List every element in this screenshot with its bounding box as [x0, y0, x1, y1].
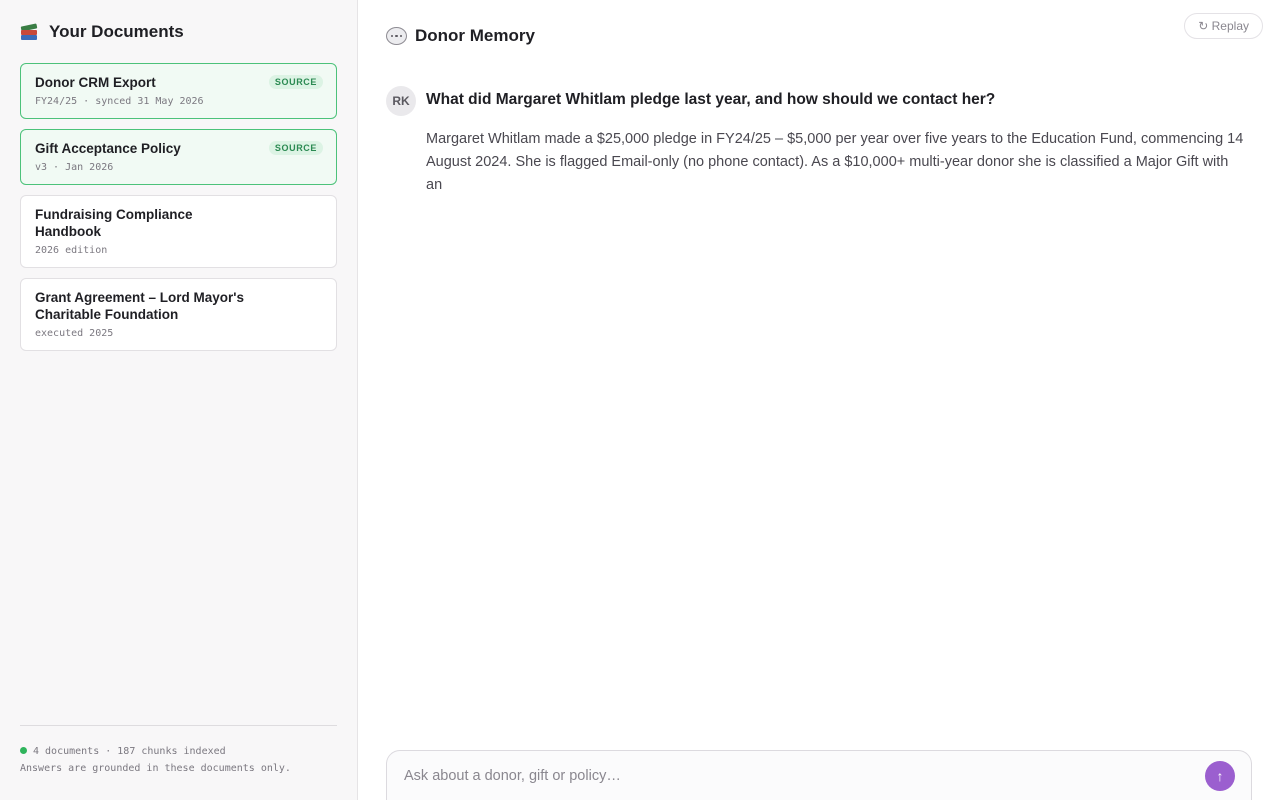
- index-status: 4 documents · 187 chunks indexed: [20, 743, 337, 760]
- document-card-donor-crm-export[interactable]: Donor CRM Export FY24/25 · synced 31 May…: [20, 63, 337, 119]
- topbar: Donor Memory: [386, 0, 1252, 72]
- books-icon: [20, 22, 40, 42]
- grounding-note: Answers are grounded in these documents …: [20, 763, 291, 774]
- conversation-turn: RK What did Margaret Whitlam pledge last…: [386, 86, 1252, 197]
- document-meta: executed 2025: [35, 328, 114, 339]
- chat-bubble-icon: [386, 27, 407, 45]
- avatar: RK: [386, 86, 416, 116]
- ask-input[interactable]: [404, 768, 1205, 784]
- page-title: Donor Memory: [415, 26, 535, 45]
- arrow-up-icon: ↑: [1216, 768, 1224, 784]
- document-title: Grant Agreement – Lord Mayor's Charitabl…: [35, 290, 245, 322]
- sidebar-footer: 4 documents · 187 chunks indexed Answers…: [20, 725, 337, 777]
- document-card-gift-acceptance-policy[interactable]: Gift Acceptance Policy v3 · Jan 2026 SOU…: [20, 129, 337, 185]
- index-status-text: 4 documents · 187 chunks indexed: [33, 746, 226, 757]
- document-meta: v3 · Jan 2026: [35, 162, 114, 173]
- sidebar-title: Your Documents: [49, 22, 184, 41]
- main-panel: Donor Memory ↻ Replay RK What did Margar…: [358, 0, 1280, 800]
- source-badge: SOURCE: [268, 75, 323, 89]
- status-dot-icon: [20, 747, 27, 754]
- document-meta: 2026 edition: [35, 245, 108, 256]
- sidebar-header: Your Documents: [20, 20, 337, 44]
- document-card-fundraising-compliance-handbook[interactable]: Fundraising Compliance Handbook 2026 edi…: [20, 195, 337, 268]
- assistant-answer: Margaret Whitlam made a $25,000 pledge i…: [426, 131, 1244, 193]
- document-card-grant-agreement[interactable]: Grant Agreement – Lord Mayor's Charitabl…: [20, 278, 337, 351]
- send-button[interactable]: ↑: [1205, 761, 1235, 791]
- composer: ↑: [386, 750, 1252, 800]
- source-badge: SOURCE: [268, 141, 323, 155]
- user-question: What did Margaret Whitlam pledge last ye…: [426, 91, 996, 108]
- message-body: What did Margaret Whitlam pledge last ye…: [426, 86, 1252, 197]
- document-title: Fundraising Compliance Handbook: [35, 207, 193, 239]
- sidebar: Your Documents Donor CRM Export FY24/25 …: [0, 0, 358, 800]
- document-meta: FY24/25 · synced 31 May 2026: [35, 96, 204, 107]
- replay-button[interactable]: ↻ Replay: [1184, 13, 1263, 39]
